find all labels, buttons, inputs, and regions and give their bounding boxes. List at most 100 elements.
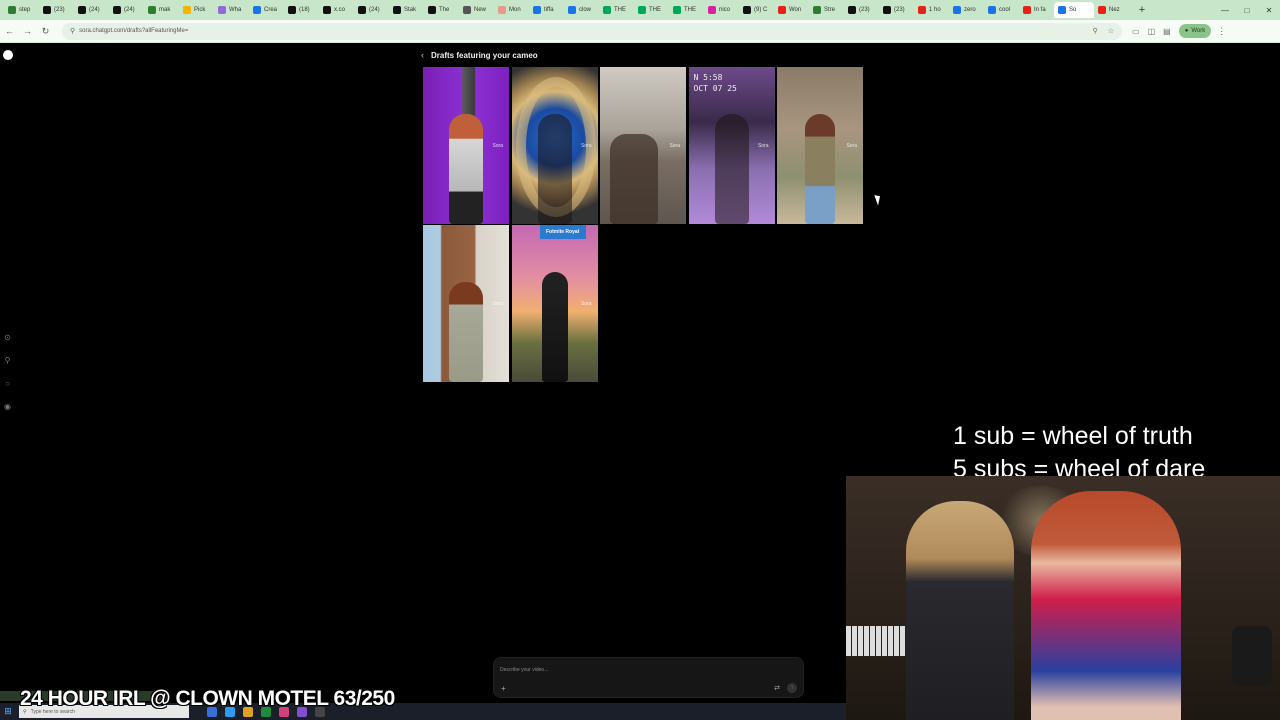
browser-tab[interactable]: tiffa <box>529 2 564 18</box>
tab-favicon-icon <box>183 6 191 14</box>
settings-sliders-icon[interactable]: ⇄ <box>774 684 780 692</box>
browser-tab[interactable]: THE <box>669 2 704 18</box>
send-arrow-icon[interactable]: ↑ <box>787 683 797 693</box>
browser-tab[interactable]: Pick <box>179 2 214 18</box>
avatar: ● <box>1184 28 1189 34</box>
profile-icon[interactable]: ◉ <box>3 402 12 412</box>
tab-title: cool <box>999 7 1011 13</box>
tab-title: (23) <box>894 7 905 13</box>
browser-tab-strip: step (23) (24) (24) mak Pick Wha Crea (18) x.co (2… <box>0 0 1280 20</box>
thumbnail-subject <box>714 114 749 224</box>
browser-tab[interactable]: THE <box>599 2 634 18</box>
browser-tab[interactable]: Nez <box>1094 2 1129 18</box>
browser-tab[interactable]: The <box>424 2 459 18</box>
bookmark-star-icon[interactable]: ☆ <box>1108 27 1114 35</box>
kebab-menu-icon[interactable]: ⋮ <box>1217 26 1226 37</box>
tab-favicon-icon <box>323 6 331 14</box>
streamer-left <box>906 501 1014 720</box>
tab-favicon-icon <box>918 6 926 14</box>
browser-tab[interactable]: Mon <box>494 2 529 18</box>
browser-tab[interactable]: Crea <box>249 2 284 18</box>
browser-tab[interactable]: Stre <box>809 2 844 18</box>
browser-tab[interactable]: (9) C <box>739 2 774 18</box>
browser-tab[interactable]: x.co <box>319 2 354 18</box>
browser-tab[interactable]: step <box>4 2 39 18</box>
draft-thumbnail[interactable]: N 5:58 OCT 07 25 Sora <box>688 67 775 224</box>
thumbnail-subject <box>610 134 659 224</box>
tab-favicon-icon <box>568 6 576 14</box>
browser-tab[interactable]: (18) <box>284 2 319 18</box>
tab-favicon-icon <box>1058 6 1066 14</box>
tab-title: mak <box>159 7 171 13</box>
windows-start-icon[interactable]: ⊞ <box>0 703 16 720</box>
draft-thumbnail[interactable]: Sora <box>423 67 509 224</box>
tab-title: (18) <box>299 7 310 13</box>
add-attachment-button[interactable]: + <box>501 684 506 693</box>
tab-favicon-icon <box>428 6 436 14</box>
tab-title: (24) <box>369 7 380 13</box>
extension-icon[interactable]: ▭ <box>1132 27 1140 36</box>
tab-title: Stre <box>824 7 836 13</box>
browser-tab[interactable]: Stak <box>389 2 424 18</box>
draft-thumbnail[interactable]: Fotmite Royal Sora <box>511 225 598 382</box>
sora-watermark: Sora <box>757 143 769 149</box>
tab-title: THE <box>684 7 696 13</box>
tab-title: THE <box>614 7 626 13</box>
search-icon[interactable]: ⚲ <box>3 356 12 366</box>
url-text[interactable]: sora.chatgpt.com/drafts?allFeaturingMe= <box>79 28 188 34</box>
prompt-input[interactable] <box>500 665 790 675</box>
back-arrow-icon[interactable]: ← <box>1 23 18 40</box>
browser-tab[interactable]: So <box>1054 2 1094 18</box>
new-tab-button[interactable]: + <box>1135 3 1149 17</box>
tab-title: x.co <box>334 7 346 13</box>
puzzle-extensions-icon[interactable]: ◫ <box>1148 27 1156 36</box>
tab-title: Stak <box>404 7 417 13</box>
browser-tab[interactable]: (23) <box>39 2 74 18</box>
draft-thumbnail[interactable]: Sora <box>600 67 686 224</box>
browser-tab[interactable]: Wha <box>214 2 249 18</box>
browser-tab[interactable]: Won <box>774 2 809 18</box>
browser-tab[interactable]: In fa <box>1019 2 1054 18</box>
home-icon[interactable]: ⊙ <box>3 333 12 343</box>
thumbnail-subject <box>449 114 483 224</box>
browser-tab[interactable]: (24) <box>74 2 109 18</box>
back-chevron-icon[interactable]: ‹ <box>421 50 424 60</box>
browser-tab[interactable]: clow <box>564 2 599 18</box>
address-bar[interactable]: ⚲ sora.chatgpt.com/drafts?allFeaturingMe… <box>62 22 1122 40</box>
draft-thumbnail[interactable]: Sora <box>777 67 863 224</box>
sora-watermark: Sora <box>492 143 503 149</box>
reload-icon[interactable]: ↻ <box>37 23 54 40</box>
draft-thumbnail[interactable]: Sora <box>423 225 509 382</box>
draft-thumbnail[interactable]: Sora <box>511 67 598 224</box>
notifications-icon[interactable]: ○ <box>3 379 12 389</box>
browser-tab[interactable]: nico <box>704 2 739 18</box>
browser-tab[interactable]: New <box>459 2 494 18</box>
drafts-grid: Sora Sora Sora N 5:58 OCT 07 25 Sora Sor… <box>423 67 863 382</box>
browser-tab[interactable]: THE <box>634 2 669 18</box>
browser-tab[interactable]: mak <box>144 2 179 18</box>
browser-tab[interactable]: 1 ho <box>914 2 949 18</box>
browser-tab[interactable]: (23) <box>879 2 914 18</box>
maximize-button[interactable]: □ <box>1236 0 1258 20</box>
sora-watermark: Sora <box>580 143 592 149</box>
close-window-button[interactable]: ✕ <box>1258 0 1280 20</box>
minimize-button[interactable]: — <box>1214 0 1236 20</box>
browser-tab[interactable]: (24) <box>354 2 389 18</box>
tab-title: Wha <box>229 7 242 13</box>
browser-tab[interactable]: zero <box>949 2 984 18</box>
browser-tab[interactable]: cool <box>984 2 1019 18</box>
prompt-composer[interactable]: + ⇄ ↑ <box>493 657 804 698</box>
zoom-icon[interactable]: ⚲ <box>1093 27 1098 35</box>
profile-button[interactable]: ● Work <box>1178 24 1212 38</box>
sidepanel-icon[interactable]: ▤ <box>1163 27 1171 36</box>
thumbnail-subject <box>449 282 483 382</box>
forward-arrow-icon[interactable]: → <box>19 23 36 40</box>
browser-tab[interactable]: (24) <box>109 2 144 18</box>
browser-tab[interactable]: (23) <box>844 2 879 18</box>
site-info-icon[interactable]: ⚲ <box>70 27 75 35</box>
sora-logo-icon[interactable] <box>3 50 13 60</box>
tab-title: (23) <box>859 7 870 13</box>
rule-line: 1 sub = wheel of truth <box>953 422 1193 450</box>
tab-title: THE <box>649 7 661 13</box>
tab-title: Pick <box>194 7 206 13</box>
